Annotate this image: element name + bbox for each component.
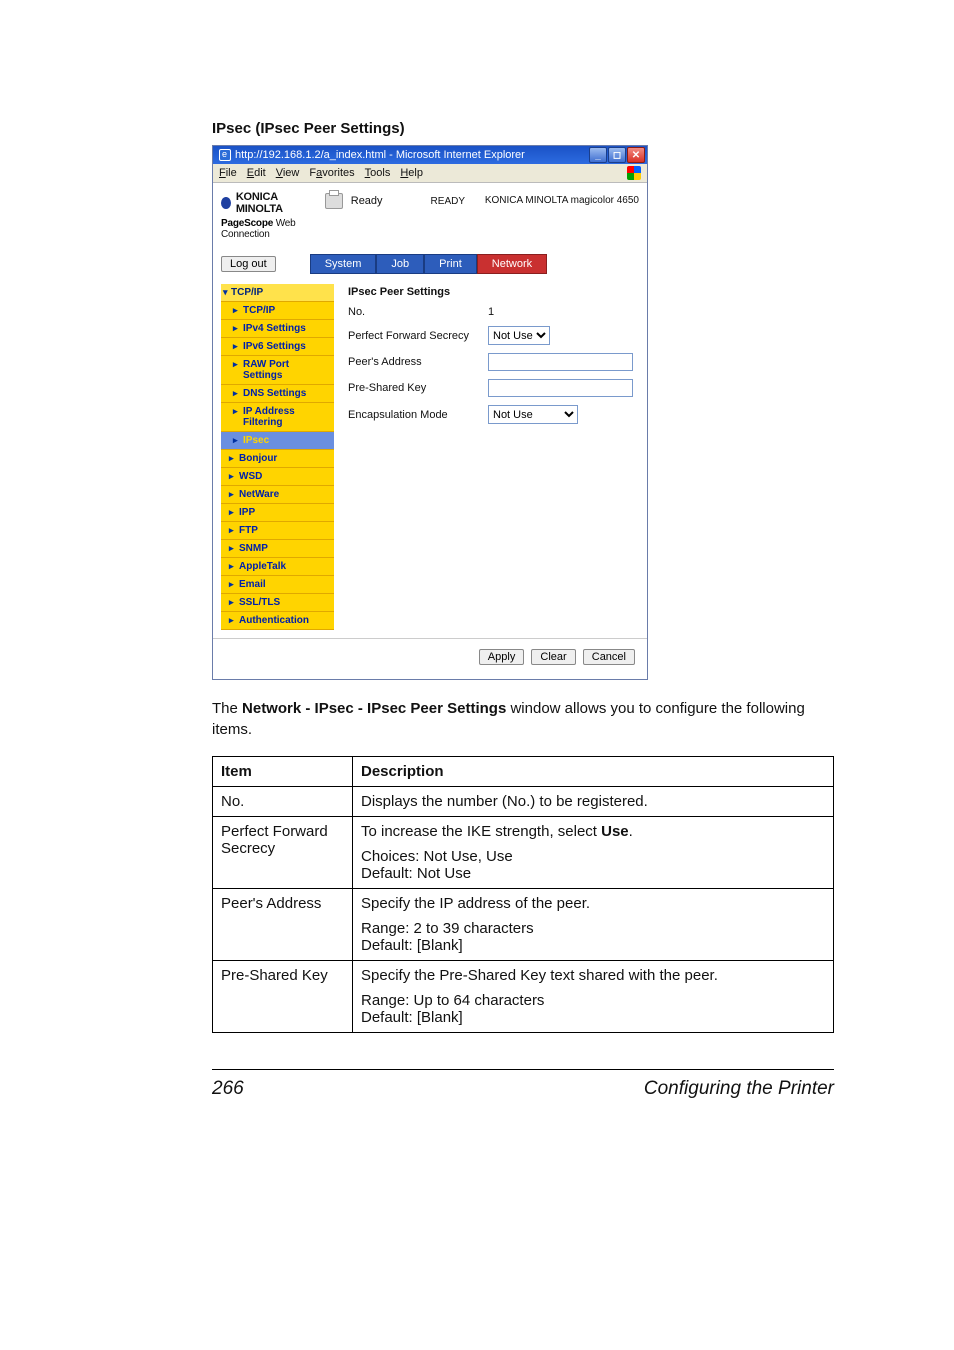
printer-icon — [325, 193, 343, 209]
sidebar-group-tcpip[interactable]: TCP/IP — [221, 284, 334, 302]
sidebar-item-ipp[interactable]: IPP — [221, 504, 334, 522]
cell-description: Specify the IP address of the peer.Range… — [353, 889, 834, 961]
brand-name: KONICA MINOLTA — [236, 191, 311, 215]
input-preshared-key[interactable] — [488, 379, 633, 397]
sidebar-item-ipv4[interactable]: IPv4 Settings — [221, 320, 334, 338]
ready-badge: READY — [431, 196, 465, 207]
page-number: 266 — [212, 1078, 244, 1100]
sidebar-item-appletalk[interactable]: AppleTalk — [221, 558, 334, 576]
cell-description: Displays the number (No.) to be register… — [353, 787, 834, 817]
th-description: Description — [353, 757, 834, 787]
sidebar-item-netware[interactable]: NetWare — [221, 486, 334, 504]
sidebar-item-ipv6[interactable]: IPv6 Settings — [221, 338, 334, 356]
sidebar-item-ipfilter[interactable]: IP Address Filtering — [221, 403, 334, 432]
status-label: Ready — [351, 195, 383, 207]
value-no: 1 — [488, 306, 494, 318]
select-encap-mode[interactable]: Not Use — [488, 405, 578, 424]
sidebar-item-snmp[interactable]: SNMP — [221, 540, 334, 558]
close-button[interactable]: ✕ — [627, 147, 645, 163]
sidebar-item-bonjour[interactable]: Bonjour — [221, 450, 334, 468]
apply-button[interactable]: Apply — [479, 649, 525, 665]
tab-job[interactable]: Job — [376, 254, 424, 274]
table-row: Peer's AddressSpecify the IP address of … — [213, 889, 834, 961]
pagescope-label: PageScope Web Connection — [221, 218, 311, 240]
label-pfs: Perfect Forward Secrecy — [348, 330, 488, 342]
sidebar-item-dns[interactable]: DNS Settings — [221, 385, 334, 403]
cell-extra: Choices: Not Use, UseDefault: Not Use — [361, 848, 825, 882]
browser-window: http://192.168.1.2/a_index.html - Micros… — [212, 145, 648, 680]
sidebar-item-ipsec[interactable]: IPsec — [221, 432, 334, 450]
ie-icon — [219, 149, 231, 161]
cell-extra: Range: 2 to 39 charactersDefault: [Blank… — [361, 920, 825, 954]
cell-description: To increase the IKE strength, select Use… — [353, 817, 834, 889]
label-no: No. — [348, 306, 488, 318]
tab-print[interactable]: Print — [424, 254, 477, 274]
sidebar-item-tcpip[interactable]: TCP/IP — [221, 302, 334, 320]
maximize-button[interactable]: ◻ — [608, 147, 626, 163]
settings-table: Item Description No.Displays the number … — [212, 756, 834, 1033]
device-model: KONICA MINOLTA magicolor 4650 — [479, 191, 639, 206]
label-encap-mode: Encapsulation Mode — [348, 409, 488, 421]
minimize-button[interactable]: _ — [589, 147, 607, 163]
menubar: File Edit View Favorites Tools Help — [213, 164, 647, 183]
cancel-button[interactable]: Cancel — [583, 649, 635, 665]
brand-globe-icon — [221, 197, 231, 209]
cell-extra: Range: Up to 64 charactersDefault: [Blan… — [361, 992, 825, 1026]
tab-network[interactable]: Network — [477, 254, 547, 274]
menu-help[interactable]: Help — [400, 167, 423, 179]
table-row: No.Displays the number (No.) to be regis… — [213, 787, 834, 817]
brand-logo: KONICA MINOLTA — [221, 191, 311, 215]
cell-item: Pre-Shared Key — [213, 961, 353, 1033]
window-title: http://192.168.1.2/a_index.html - Micros… — [235, 149, 525, 161]
window-titlebar: http://192.168.1.2/a_index.html - Micros… — [213, 146, 647, 164]
menu-tools[interactable]: Tools — [365, 167, 391, 179]
sidebar-item-wsd[interactable]: WSD — [221, 468, 334, 486]
cell-description: Specify the Pre-Shared Key text shared w… — [353, 961, 834, 1033]
sidebar-item-authentication[interactable]: Authentication — [221, 612, 334, 630]
label-peer-address: Peer's Address — [348, 356, 488, 368]
cell-item: No. — [213, 787, 353, 817]
windows-flag-icon — [627, 166, 641, 180]
sidebar-item-rawport[interactable]: RAW Port Settings — [221, 356, 334, 385]
intro-paragraph: The Network - IPsec - IPsec Peer Setting… — [212, 698, 834, 740]
form-actions: Apply Clear Cancel — [213, 639, 647, 679]
window-controls: _ ◻ ✕ — [589, 147, 645, 163]
section-heading: IPsec (IPsec Peer Settings) — [212, 120, 834, 137]
select-pfs[interactable]: Not Use — [488, 326, 550, 345]
menu-file[interactable]: File — [219, 167, 237, 179]
cell-item: Peer's Address — [213, 889, 353, 961]
footer-title: Configuring the Printer — [644, 1078, 834, 1100]
tab-system[interactable]: System — [310, 254, 377, 274]
table-row: Perfect Forward SecrecyTo increase the I… — [213, 817, 834, 889]
logout-button[interactable]: Log out — [221, 256, 276, 272]
menu-edit[interactable]: Edit — [247, 167, 266, 179]
cell-item: Perfect Forward Secrecy — [213, 817, 353, 889]
sidebar-item-ftp[interactable]: FTP — [221, 522, 334, 540]
table-row: Pre-Shared KeySpecify the Pre-Shared Key… — [213, 961, 834, 1033]
menu-favorites[interactable]: Favorites — [309, 167, 354, 179]
th-item: Item — [213, 757, 353, 787]
sidebar: TCP/IP TCP/IP IPv4 Settings IPv6 Setting… — [221, 284, 334, 630]
sidebar-item-email[interactable]: Email — [221, 576, 334, 594]
label-preshared-key: Pre-Shared Key — [348, 382, 488, 394]
input-peer-address[interactable] — [488, 353, 633, 371]
page-footer: 266 Configuring the Printer — [212, 1069, 834, 1100]
panel-title: IPsec Peer Settings — [348, 286, 633, 298]
sidebar-item-ssltls[interactable]: SSL/TLS — [221, 594, 334, 612]
clear-button[interactable]: Clear — [531, 649, 575, 665]
menu-view[interactable]: View — [276, 167, 300, 179]
main-panel: IPsec Peer Settings No. 1 Perfect Forwar… — [342, 284, 639, 630]
